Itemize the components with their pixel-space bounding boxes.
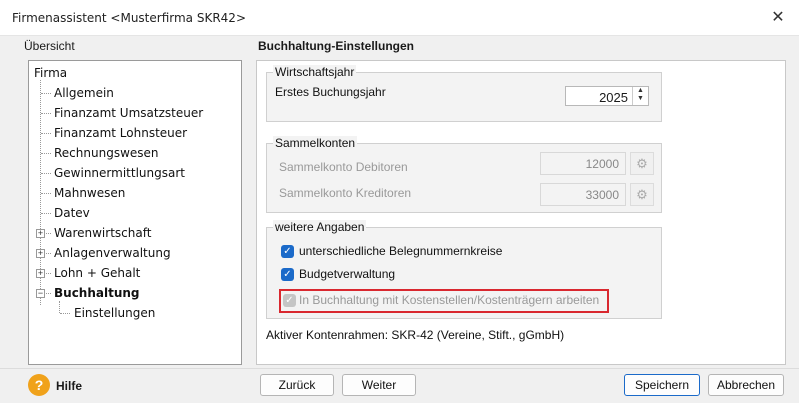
section-heading: Buchhaltung-Einstellungen bbox=[258, 39, 414, 53]
kreditoren-gear-icon: ⚙ bbox=[630, 183, 654, 206]
tree-connector bbox=[41, 193, 51, 194]
tree-connector bbox=[46, 233, 51, 234]
expand-icon[interactable]: + bbox=[36, 249, 45, 258]
expand-icon[interactable]: + bbox=[36, 269, 45, 278]
spinner-arrows-icon[interactable]: ▲ ▼ bbox=[632, 87, 648, 105]
kreditoren-label: Sammelkonto Kreditoren bbox=[279, 186, 412, 200]
tree-connector bbox=[46, 273, 51, 274]
first-booking-year-value: 2025 bbox=[599, 90, 628, 105]
tree-connector bbox=[41, 213, 51, 214]
tree-connector bbox=[41, 173, 51, 174]
tree-connector bbox=[46, 293, 51, 294]
cancel-button[interactable]: Abbrechen bbox=[708, 374, 784, 396]
tree-item-buchhaltung[interactable]: Buchhaltung bbox=[54, 286, 140, 300]
save-button[interactable]: Speichern bbox=[624, 374, 700, 396]
chart-of-accounts-info: Aktiver Kontenrahmen: SKR-42 (Vereine, S… bbox=[266, 328, 565, 342]
next-button[interactable]: Weiter bbox=[342, 374, 416, 396]
collective-accounts-group-title: Sammelkonten bbox=[273, 136, 358, 150]
tree-connector bbox=[41, 133, 51, 134]
tree-connector bbox=[60, 313, 70, 314]
tree-item-mahnwesen[interactable]: Mahnwesen bbox=[54, 186, 125, 200]
close-icon[interactable]: ✕ bbox=[767, 8, 789, 28]
title-bar: Firmenassistent <Musterfirma SKR42> ✕ bbox=[0, 0, 799, 36]
back-button[interactable]: Zurück bbox=[260, 374, 334, 396]
debitoren-label: Sammelkonto Debitoren bbox=[279, 160, 408, 174]
kreditoren-value: 33000 bbox=[585, 188, 619, 202]
tree-connector bbox=[46, 253, 51, 254]
kreditoren-field: 33000 bbox=[540, 183, 626, 206]
tree-item-anlagenverwaltung[interactable]: Anlagenverwaltung bbox=[54, 246, 171, 260]
more-options-group-title: weitere Angaben bbox=[273, 220, 367, 234]
tree-item-datev[interactable]: Datev bbox=[54, 206, 90, 220]
tree-connector bbox=[41, 153, 51, 154]
checkbox-belegnummernkreise[interactable]: ✓ bbox=[281, 245, 294, 258]
first-booking-year-spinner[interactable]: 2025 ▲ ▼ bbox=[565, 86, 649, 106]
tree-item-firma[interactable]: Firma bbox=[34, 66, 67, 80]
tree-item-rechnungswesen[interactable]: Rechnungswesen bbox=[54, 146, 159, 160]
kostenstellen-label: In Buchhaltung mit Kostenstellen/Kostent… bbox=[299, 293, 600, 307]
checkbox-budgetverwaltung[interactable]: ✓ bbox=[281, 268, 294, 281]
navigation-tree[interactable]: Firma Allgemein Finanzamt Umsatzsteuer F… bbox=[28, 60, 242, 365]
first-booking-year-label: Erstes Buchungsjahr bbox=[275, 85, 386, 99]
help-label[interactable]: Hilfe bbox=[56, 379, 82, 393]
belegnummernkreise-label[interactable]: unterschiedliche Belegnummernkreise bbox=[299, 244, 502, 258]
tree-item-warenwirtschaft[interactable]: Warenwirtschaft bbox=[54, 226, 151, 240]
debitoren-value: 12000 bbox=[585, 157, 619, 171]
tree-connector bbox=[41, 93, 51, 94]
fiscal-year-group-title: Wirtschaftsjahr bbox=[273, 65, 357, 79]
expand-icon[interactable]: + bbox=[36, 229, 45, 238]
overview-heading: Übersicht bbox=[24, 39, 75, 53]
collapse-icon[interactable]: − bbox=[36, 289, 45, 298]
help-icon[interactable]: ? bbox=[28, 374, 50, 396]
tree-connector bbox=[59, 301, 60, 313]
tree-item-lohn-gehalt[interactable]: Lohn + Gehalt bbox=[54, 266, 140, 280]
tree-item-allgemein[interactable]: Allgemein bbox=[54, 86, 114, 100]
tree-item-gewinnermittlungsart[interactable]: Gewinnermittlungsart bbox=[54, 166, 185, 180]
budgetverwaltung-label[interactable]: Budgetverwaltung bbox=[299, 267, 395, 281]
tree-connector bbox=[41, 113, 51, 114]
footer-divider bbox=[0, 368, 799, 369]
tree-item-einstellungen[interactable]: Einstellungen bbox=[74, 306, 155, 320]
tree-item-finanzamt-umsatzsteuer[interactable]: Finanzamt Umsatzsteuer bbox=[54, 106, 203, 120]
debitoren-field: 12000 bbox=[540, 152, 626, 175]
window-title: Firmenassistent <Musterfirma SKR42> bbox=[12, 11, 246, 25]
tree-item-finanzamt-lohnsteuer[interactable]: Finanzamt Lohnsteuer bbox=[54, 126, 187, 140]
debitoren-gear-icon: ⚙ bbox=[630, 152, 654, 175]
checkbox-kostenstellen: ✓ bbox=[283, 294, 296, 307]
